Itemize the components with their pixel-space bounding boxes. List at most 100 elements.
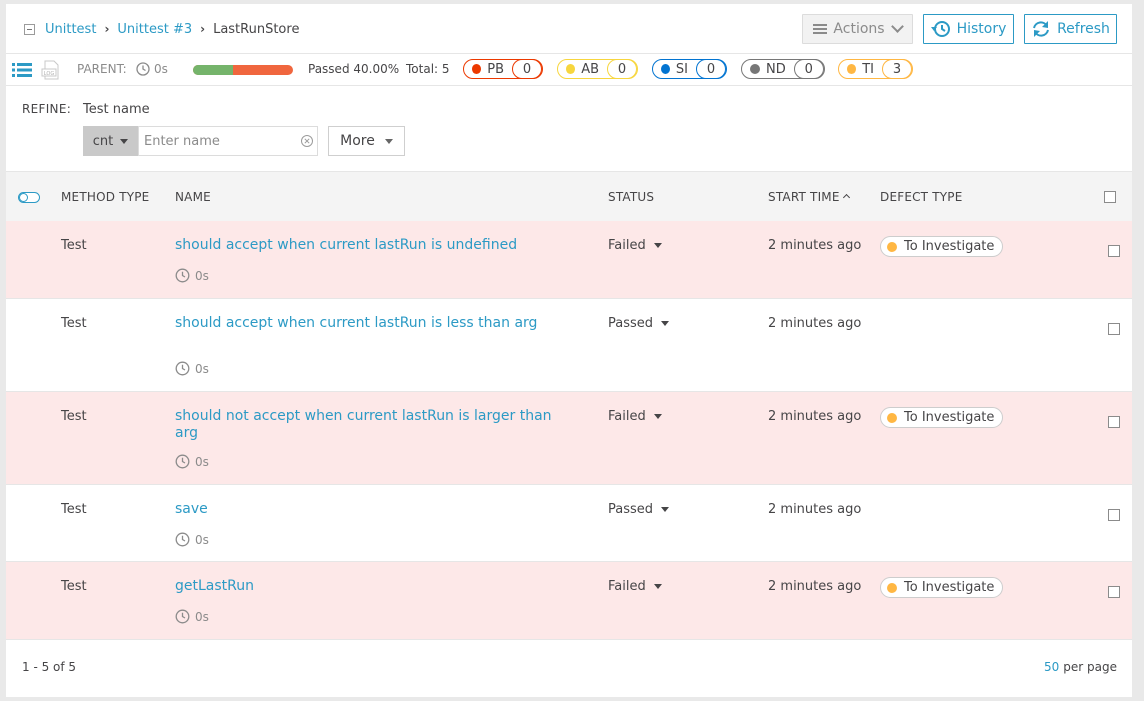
duration-cell: 0s (175, 454, 209, 469)
history-label: History (956, 21, 1007, 37)
table-row: Test should accept when current lastRun i… (6, 221, 1132, 299)
caret-down-icon (384, 138, 393, 144)
table-row: Test getLastRun 0s Failed 2 minutes ago To In… (6, 562, 1132, 640)
menu-icon (813, 24, 828, 34)
defect-chip-system-issue[interactable]: SI 0 (652, 59, 727, 79)
actions-button[interactable]: Actions (802, 14, 913, 44)
test-name-link[interactable]: should accept when current lastRun is le… (175, 315, 555, 332)
defect-chip-count[interactable]: 0 (512, 59, 542, 79)
row-checkbox[interactable] (1108, 509, 1120, 521)
expand-toggle-icon[interactable] (18, 192, 40, 203)
total-count: Total: 5 (406, 62, 450, 76)
method-type-cell: Test (61, 579, 87, 594)
test-name-link[interactable]: getLastRun (175, 578, 555, 595)
collapse-icon[interactable] (24, 24, 35, 35)
condition-select[interactable]: cnt (83, 126, 138, 156)
row-checkbox[interactable] (1108, 245, 1120, 257)
breadcrumb-item-unittest-3[interactable]: Unittest #3 (117, 22, 192, 37)
status-value: Passed (608, 502, 654, 517)
defect-type-badge[interactable]: To Investigate (880, 577, 1004, 598)
table-row: Test should not accept when current lastR… (6, 392, 1132, 485)
status-dropdown[interactable]: Passed (608, 316, 670, 331)
breadcrumb-item-unittest[interactable]: Unittest (45, 22, 96, 37)
defect-type-badge[interactable]: To Investigate (880, 236, 1004, 257)
duration-cell: 0s (175, 361, 209, 376)
test-name-link[interactable]: should accept when current lastRun is un… (175, 237, 555, 254)
defect-type-badge[interactable]: To Investigate (880, 407, 1004, 428)
page-size-label: per page (1063, 660, 1117, 674)
list-view-icon[interactable] (12, 63, 32, 77)
defect-type-label: To Investigate (904, 239, 995, 254)
caret-down-icon (661, 507, 670, 512)
more-label: More (340, 133, 375, 149)
page-size-selector[interactable]: 50 per page (1044, 660, 1117, 674)
status-value: Failed (608, 409, 646, 424)
status-dropdown[interactable]: Failed (608, 238, 662, 253)
breadcrumb-current: LastRunStore (213, 21, 300, 37)
row-checkbox[interactable] (1108, 323, 1120, 335)
start-time-cell: 2 minutes ago (768, 316, 862, 331)
defect-chip-no-defect[interactable]: ND 0 (741, 59, 825, 79)
status-value: Failed (608, 579, 646, 594)
history-button[interactable]: History (923, 14, 1014, 44)
defect-chip-product-bug[interactable]: PB 0 (463, 59, 543, 79)
defect-type-label: To Investigate (904, 410, 995, 425)
select-all-checkbox[interactable] (1104, 191, 1116, 203)
defect-chip-code: SI (675, 61, 688, 77)
defect-chip-count[interactable]: 0 (793, 59, 824, 79)
table-row: Test should accept when current lastRun i… (6, 299, 1132, 392)
defect-chip-count[interactable]: 0 (696, 59, 726, 79)
status-dropdown[interactable]: Failed (608, 409, 662, 424)
caret-down-icon (661, 321, 670, 326)
parent-duration: 0s (136, 62, 168, 76)
clock-icon (175, 454, 190, 469)
test-name-link[interactable]: should not accept when current lastRun i… (175, 408, 555, 442)
defect-chip-count[interactable]: 0 (607, 59, 637, 79)
pagination-count: 1 - 5 of 5 (22, 660, 77, 674)
more-filters-button[interactable]: More (328, 126, 405, 156)
defect-chip-count[interactable]: 3 (882, 59, 912, 79)
header-bar: Unittest › Unittest #3 › LastRunStore Ac… (6, 4, 1132, 54)
method-type-cell: Test (61, 409, 87, 424)
test-name-link[interactable]: save (175, 501, 555, 518)
refresh-button[interactable]: Refresh (1024, 14, 1117, 44)
column-name[interactable]: NAME (175, 190, 211, 204)
log-view-icon[interactable]: LOG (41, 60, 60, 80)
no-defect-dot-icon (750, 64, 760, 74)
chevron-right-icon: › (104, 22, 110, 36)
to-investigate-dot-icon (887, 412, 897, 423)
page-size-value[interactable]: 50 (1044, 660, 1059, 674)
column-status[interactable]: STATUS (608, 190, 654, 204)
test-name-input[interactable] (138, 126, 318, 156)
caret-down-icon (653, 243, 662, 248)
caret-down-icon (653, 584, 662, 589)
duration-value: 0s (195, 454, 209, 469)
pass-rate-fill (193, 65, 233, 75)
defect-chip-code: TI (862, 61, 874, 77)
defect-chip-code: PB (487, 61, 504, 77)
defect-chip-code: AB (581, 61, 599, 77)
product-bug-dot-icon (472, 64, 482, 74)
column-start-time-label: START TIME (768, 190, 840, 204)
defect-chip-code: ND (766, 61, 786, 77)
chevron-right-icon: › (200, 22, 206, 36)
status-dropdown[interactable]: Failed (608, 579, 662, 594)
start-time-cell: 2 minutes ago (768, 579, 862, 594)
row-checkbox[interactable] (1108, 416, 1120, 428)
start-time-cell: 2 minutes ago (768, 238, 862, 253)
column-start-time[interactable]: START TIME (768, 190, 850, 204)
column-defect-type[interactable]: DEFECT TYPE (880, 190, 963, 204)
duration-cell: 0s (175, 609, 209, 624)
start-time-cell: 2 minutes ago (768, 409, 862, 424)
breadcrumb: Unittest › Unittest #3 › LastRunStore (45, 20, 299, 38)
to-investigate-dot-icon (887, 582, 897, 593)
method-type-cell: Test (61, 238, 87, 253)
parent-label: PARENT: (77, 62, 127, 76)
passed-percent: Passed 40.00% (308, 62, 400, 76)
status-dropdown[interactable]: Passed (608, 502, 670, 517)
row-checkbox[interactable] (1108, 586, 1120, 598)
defect-chip-automation-bug[interactable]: AB 0 (557, 59, 638, 79)
column-method-type[interactable]: METHOD TYPE (61, 190, 149, 204)
defect-chip-to-investigate[interactable]: TI 3 (838, 59, 913, 79)
clear-icon[interactable] (300, 134, 314, 148)
